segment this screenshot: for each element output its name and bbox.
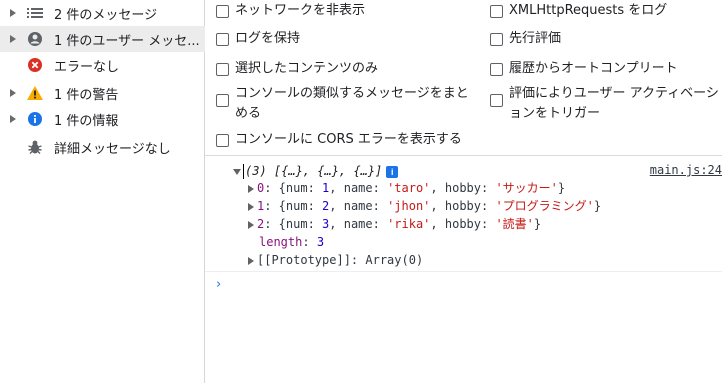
array-length: length: 3 [259, 235, 325, 249]
log-xhr-checkbox[interactable] [490, 5, 503, 18]
sidebar-item-label: エラーなし [54, 59, 120, 75]
preserve-log-checkbox[interactable] [216, 33, 229, 46]
expand-arrow-icon[interactable] [248, 202, 254, 211]
expand-arrow-icon[interactable] [9, 34, 17, 44]
log-xhr-option[interactable]: XMLHttpRequests をログ [490, 1, 667, 21]
sidebar-item-messages[interactable]: 2 件のメッセージ [0, 0, 205, 26]
eager-eval-label: 先行評価 [509, 31, 562, 46]
sidebar-item-errors[interactable]: エラーなし [0, 52, 205, 78]
expand-arrow-icon[interactable] [9, 88, 17, 98]
length-key: length [259, 235, 303, 249]
array-summary: (3) [{…}, {…}, {…}] [245, 164, 383, 178]
selected-context-label: 選択したコンテンツのみ [235, 61, 379, 76]
warning-icon [26, 85, 44, 101]
entry-hobby: '読書' [495, 217, 534, 231]
log-entry-summary[interactable]: (3) [{…}, {…}, {…}] i [233, 162, 399, 180]
sidebar-item-warnings[interactable]: 1 件の警告 [0, 80, 205, 106]
expand-arrow-icon[interactable] [9, 8, 17, 18]
show-cors-checkbox[interactable] [216, 134, 229, 147]
entry-hobby: 'プログラミング' [495, 199, 594, 213]
console-settings-panel: ネットワークを非表示 ログを保持 選択したコンテンツのみ コンソールの類似するメ… [205, 0, 722, 156]
entry-name: 'taro' [387, 181, 431, 195]
source-link[interactable]: main.js:24 [650, 163, 722, 177]
show-cors-label: コンソールに CORS エラーを表示する [235, 132, 462, 147]
autocomplete-history-checkbox[interactable] [490, 63, 503, 76]
prototype-label: [[Prototype]] [257, 253, 351, 267]
list-icon [26, 5, 44, 21]
console-divider [205, 271, 722, 272]
group-similar-checkbox[interactable] [216, 94, 229, 107]
hide-network-checkbox[interactable] [216, 5, 229, 18]
error-icon [26, 57, 44, 73]
console-output: (3) [{…}, {…}, {…}] i main.js:24 0: {num:… [205, 157, 722, 383]
eval-user-activation-option[interactable]: 評価によりユーザー アクティベーションをトリガー [490, 84, 722, 124]
preserve-log-label: ログを保持 [235, 31, 301, 46]
length-value: 3 [316, 235, 325, 249]
expand-arrow-icon[interactable] [248, 220, 254, 229]
sidebar-item-info[interactable]: 1 件の情報 [0, 106, 205, 132]
sidebar-item-verbose[interactable]: 詳細メッセージなし [0, 134, 205, 160]
sidebar-item-label: 1 件のユーザー メッセ... [54, 33, 200, 49]
sidebar-item-label: 1 件の情報 [54, 113, 119, 129]
hide-network-option[interactable]: ネットワークを非表示 [216, 1, 365, 21]
console-sidebar: 2 件のメッセージ 1 件のユーザー メッセ... エラーなし 1 件の警告 1… [0, 0, 205, 383]
preserve-log-option[interactable]: ログを保持 [216, 29, 300, 49]
array-entry-0[interactable]: 0: {num: 1, name: 'taro', hobby: 'サッカー'} [248, 179, 565, 197]
console-prompt-icon[interactable]: › [216, 277, 221, 292]
log-xhr-label: XMLHttpRequests をログ [509, 3, 668, 18]
show-cors-option[interactable]: コンソールに CORS エラーを表示する [216, 130, 462, 150]
text-cursor [243, 164, 244, 179]
array-entry-2[interactable]: 2: {num: 3, name: 'rika', hobby: '読書'} [248, 215, 541, 233]
sidebar-item-label: 1 件の警告 [54, 87, 119, 103]
entry-name: 'rika' [387, 217, 431, 231]
sidebar-item-label: 2 件のメッセージ [54, 7, 158, 23]
eval-user-activation-checkbox[interactable] [490, 94, 503, 107]
group-similar-option[interactable]: コンソールの類似するメッセージをまとめる [216, 84, 471, 124]
array-entry-1[interactable]: 1: {num: 2, name: 'jhon', hobby: 'プログラミン… [248, 197, 601, 215]
eval-user-activation-label: 評価によりユーザー アクティベーションをトリガー [509, 86, 719, 121]
expand-arrow-icon[interactable] [248, 256, 254, 265]
entry-hobby: 'サッカー' [495, 181, 558, 195]
bug-icon [26, 139, 44, 155]
collapse-arrow-icon[interactable] [233, 168, 241, 175]
hide-network-label: ネットワークを非表示 [235, 3, 366, 18]
eager-eval-option[interactable]: 先行評価 [490, 29, 561, 49]
info-icon [26, 111, 44, 127]
selected-context-checkbox[interactable] [216, 63, 229, 76]
sidebar-item-label: 詳細メッセージなし [54, 141, 171, 157]
expand-arrow-icon[interactable] [248, 184, 254, 193]
eager-eval-checkbox[interactable] [490, 33, 503, 46]
autocomplete-history-option[interactable]: 履歴からオートコンプリート [490, 59, 678, 79]
entry-name: 'jhon' [387, 199, 431, 213]
array-prototype[interactable]: [[Prototype]]: Array(0) [248, 251, 423, 269]
prototype-value: Array(0) [365, 253, 424, 267]
sidebar-item-user-messages[interactable]: 1 件のユーザー メッセ... [0, 26, 205, 52]
expand-arrow-icon[interactable] [9, 114, 17, 124]
selected-context-option[interactable]: 選択したコンテンツのみ [216, 59, 378, 79]
user-icon [26, 31, 44, 47]
info-badge-icon[interactable]: i [386, 165, 399, 178]
group-similar-label: コンソールの類似するメッセージをまとめる [235, 86, 469, 121]
autocomplete-history-label: 履歴からオートコンプリート [509, 61, 678, 76]
